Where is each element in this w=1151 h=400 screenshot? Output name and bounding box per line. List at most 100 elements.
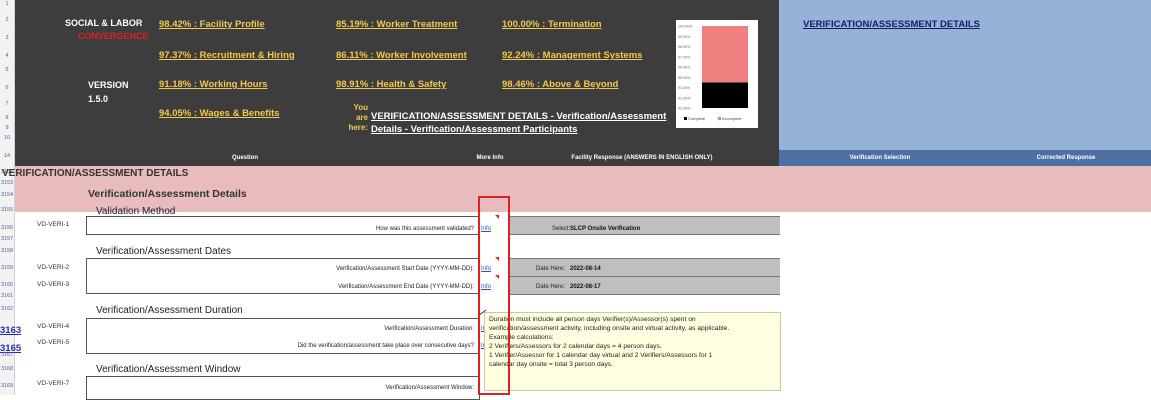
note-line: Duration must include all person days Ve…	[489, 316, 696, 323]
response-label: Date Here:	[536, 266, 566, 272]
column-header-facility-response: Facility Response (ANSWERS IN ENGLISH ON…	[505, 150, 779, 166]
y-tick-label: 96.00%	[678, 66, 691, 70]
question-text: How was this assessment validated?	[375, 226, 474, 232]
row-number[interactable]: 3163	[0, 325, 21, 336]
here-label: here:	[348, 123, 368, 132]
row-number[interactable]: 5	[0, 67, 14, 73]
column-header-corrected-response: Corrected Response	[981, 150, 1151, 166]
note-line: calendar day onsite = total 3 person day…	[489, 361, 613, 368]
question-code: VD-VERI-5	[37, 339, 70, 346]
question-code: VD-VERI-4	[37, 323, 70, 330]
bar-incomplete	[702, 26, 748, 83]
legend-label: Complete	[688, 116, 706, 121]
row-number[interactable]: 3155	[0, 207, 14, 213]
response-value[interactable]: SLCP Onsite Verification	[570, 226, 640, 232]
row-number[interactable]: 4	[0, 53, 14, 59]
row-number[interactable]: 3168	[0, 366, 14, 372]
row-number[interactable]: 3158	[0, 248, 14, 254]
highlight-rectangle	[478, 196, 510, 395]
y-tick-label: 99.00%	[678, 35, 691, 39]
group-dates: Verification/Assessment Dates	[96, 246, 232, 257]
note-line: 2 Verifiers/Assessors for 2 calendar day…	[489, 343, 662, 350]
version-label: VERSION	[88, 80, 129, 90]
response-label: Date Here:	[536, 284, 566, 290]
breadcrumb-line-2: Details - Verification/Assessment Partic…	[371, 124, 578, 135]
link-facility-profile[interactable]: 98.42% : Facility Profile	[159, 19, 265, 30]
row-number[interactable]: 3161	[0, 293, 14, 299]
column-header-more-info: More Info	[475, 150, 505, 166]
you-are-here-breadcrumb[interactable]: VERIFICATION/ASSESSMENT DETAILS - Verifi…	[371, 110, 666, 136]
y-tick-label: 98.00%	[678, 45, 691, 49]
row-number[interactable]: 8	[0, 115, 14, 121]
note-line: Example calculations:	[489, 334, 554, 341]
row-number[interactable]: 14	[0, 153, 14, 159]
duration-help-note: Duration must include all person days Ve…	[484, 312, 781, 391]
question-code: VD-VERI-3	[37, 281, 70, 288]
link-wages-benefits[interactable]: 94.05% : Wages & Benefits	[159, 108, 280, 119]
row-number[interactable]: 3167	[0, 352, 14, 358]
you-label: You	[353, 103, 368, 112]
response-value[interactable]: 2022-08-14	[570, 266, 601, 272]
legend-swatch	[718, 117, 721, 120]
link-recruitment-hiring[interactable]: 97.37% : Recruitment & Hiring	[159, 50, 295, 61]
question-text: Verification/Assessment Duration:	[384, 326, 474, 332]
row-number[interactable]: 3157	[0, 236, 14, 242]
bar-complete	[702, 82, 748, 108]
note-line: 1 Verifier/Assessor for 1 calendar day v…	[489, 352, 713, 359]
row-number[interactable]: 3160	[0, 282, 14, 288]
blue-section-title[interactable]: VERIFICATION/ASSESSMENT DETAILS	[803, 19, 980, 30]
row-number[interactable]: 3154	[0, 192, 14, 198]
y-tick-label: 95.00%	[678, 76, 691, 80]
y-tick-label: 93.00%	[678, 96, 691, 100]
row-number[interactable]: 3159	[0, 265, 14, 271]
row-number-column: 1 2 3 4 5 6 7 8 9 10 14 3152 3153 3154 3155 3156 3157 315…	[0, 0, 21, 395]
group-window: Verification/Assessment Window	[96, 364, 241, 375]
link-health-safety[interactable]: 98.91% : Health & Safety	[336, 79, 446, 90]
question-text: Did the verification/assessment take pla…	[297, 343, 474, 349]
link-working-hours[interactable]: 91.18% : Working Hours	[159, 79, 268, 90]
completion-chart-svg: 100.00% 99.00% 98.00% 97.00% 96.00% 95.00% 94.…	[678, 25, 748, 121]
breadcrumb-line-1: VERIFICATION/ASSESSMENT DETAILS - Verifi…	[371, 111, 667, 122]
response-value[interactable]: 2022-08-17	[570, 284, 601, 290]
note-line: verification/assessment activity, includ…	[489, 325, 730, 332]
link-worker-involvement[interactable]: 86.11% : Worker Involvement	[336, 50, 467, 61]
link-worker-treatment[interactable]: 85.19% : Worker Treatment	[336, 19, 457, 30]
row-number[interactable]: 2	[0, 17, 14, 23]
row-number[interactable]: 6	[0, 85, 14, 91]
row-number[interactable]: 3156	[0, 225, 14, 231]
column-header-question: Question	[15, 150, 475, 166]
question-text: Verification/Assessment Start Date (YYYY…	[336, 266, 474, 272]
question-text: Verification/Assessment Window:	[385, 385, 474, 391]
row-number[interactable]: 9	[0, 125, 14, 131]
response-cell[interactable]	[510, 216, 780, 235]
row-number[interactable]: 10	[0, 135, 14, 141]
brand-line-2: CONVERGENCE	[78, 31, 149, 41]
question-code: VD-VERI-7	[37, 380, 70, 387]
row-number[interactable]: 3162	[0, 306, 14, 312]
row-number[interactable]: 3169	[0, 383, 14, 389]
row-number[interactable]: 3	[0, 35, 14, 41]
question-text: Verification/Assessment End Date (YYYY-M…	[338, 284, 474, 290]
response-label: Select:	[552, 226, 571, 232]
question-code: VD-VERI-1	[37, 221, 70, 228]
section-title: VERIFICATION/ASSESSMENT DETAILS	[2, 168, 189, 179]
row-number[interactable]: 7	[0, 101, 14, 107]
link-termination[interactable]: 100.00% : Termination	[502, 19, 602, 30]
brand-line-1: SOCIAL & LABOR	[65, 18, 143, 28]
y-tick-label: 94.00%	[678, 86, 691, 90]
row-number[interactable]: 3153	[0, 180, 14, 186]
y-tick-label: 100.00%	[678, 25, 693, 29]
link-management-systems[interactable]: 92.24% : Management Systems	[502, 50, 642, 61]
subsection-title: Verification/Assessment Details	[88, 188, 247, 200]
are-label: are	[355, 113, 368, 122]
column-header-verification-selection: Verification Selection	[779, 150, 981, 166]
group-duration: Verification/Assessment Duration	[96, 305, 243, 316]
version-number: 1.5.0	[88, 94, 109, 104]
question-code: VD-VERI-2	[37, 264, 70, 271]
you-are-here-label: You are here:	[348, 103, 368, 133]
y-tick-label: 97.00%	[678, 55, 691, 59]
y-tick-label: 92.00%	[678, 107, 691, 111]
row-number[interactable]: 1	[0, 1, 14, 7]
completion-chart: 100.00% 99.00% 98.00% 97.00% 96.00% 95.00% 94.…	[676, 20, 758, 128]
link-above-beyond[interactable]: 98.46% : Above & Beyond	[502, 79, 618, 90]
